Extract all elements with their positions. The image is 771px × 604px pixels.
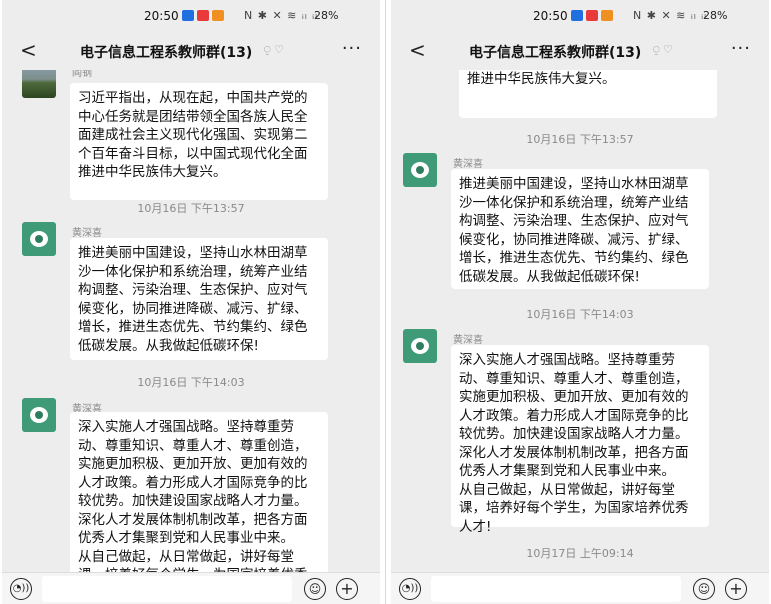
- message-input[interactable]: [431, 576, 681, 602]
- back-button[interactable]: <: [20, 38, 37, 62]
- chat-screen-left: 20:50 N ✱ ✕ ≋ ᵢₗ ᵢₗ 28% < 电子信息工程系教师群(13)…: [2, 0, 380, 604]
- chat-screen-right: 20:50 N ✱ ✕ ≋ ᵢₗ ᵢₗ 28% < 电子信息工程系教师群(13)…: [391, 0, 769, 604]
- notification-icon: [212, 10, 224, 21]
- back-button[interactable]: <: [409, 38, 426, 62]
- message-bubble[interactable]: 推进美丽中国建设，坚持山水林田湖草沙一体化保护和系统治理，统筹产业结构调整、污染…: [451, 169, 709, 289]
- message-paragraph: 深入实施人才强国战略。坚持尊重劳动、尊重知识、尊重人才、尊重创造，实施更加积极、…: [78, 419, 308, 546]
- add-attachment-icon[interactable]: +: [725, 578, 747, 600]
- input-bar: ◔)) ☺ +: [2, 572, 380, 604]
- message-bubble[interactable]: 推进美丽中国建设，坚持山水林田湖草沙一体化保护和系统治理，统筹产业结构调整、污染…: [70, 238, 328, 360]
- battery-level: 28%: [703, 9, 728, 22]
- message-bubble[interactable]: 深入实施人才强国战略。坚持尊重劳动、尊重知识、尊重人才、尊重创造，实施更加积极、…: [451, 345, 709, 535]
- notification-icon: [601, 10, 613, 21]
- voice-input-icon[interactable]: ◔)): [399, 578, 421, 600]
- message-list[interactable]: 习近平指出，从现在起，中国共产党的中心任务就是团结带领全国各族人民全面建成社会主…: [391, 70, 769, 572]
- avatar[interactable]: [22, 398, 56, 432]
- timestamp: 10月16日 下午14:03: [526, 308, 634, 321]
- message-input[interactable]: [42, 576, 292, 602]
- message-bubble[interactable]: 深入实施人才强国战略。坚持尊重劳动、尊重知识、尊重人才、尊重创造，实施更加积极、…: [70, 412, 328, 572]
- avatar[interactable]: [403, 329, 437, 363]
- avatar[interactable]: [22, 70, 56, 98]
- emoji-icon[interactable]: ☺: [693, 578, 715, 600]
- chat-title: 电子信息工程系教师群(13): [469, 45, 642, 61]
- timestamp: 10月17日 上午09:14: [526, 547, 634, 560]
- message-paragraph: 从自己做起，从日常做起，讲好每堂课，培养好每个学生，为国家培养优秀人才!: [459, 481, 689, 535]
- divider: [382, 0, 391, 604]
- voice-input-icon[interactable]: ◔)): [10, 578, 32, 600]
- notification-icon: [197, 10, 209, 21]
- message-paragraph: 从自己做起，从日常做起，讲好每堂课，培养好每个学生，为国家培养优秀人才!: [78, 548, 308, 573]
- message-bubble[interactable]: 习近平指出，从现在起，中国共产党的中心任务就是团结带领全国各族人民全面建成社会主…: [459, 70, 717, 118]
- mute-icon: ⍜ ♡: [653, 43, 673, 56]
- timestamp: 10月16日 下午13:57: [526, 133, 634, 146]
- chat-header: < 电子信息工程系教师群(13) ⍜ ♡ ···: [391, 30, 769, 70]
- sender-name: 黄深喜: [72, 228, 102, 239]
- sender-name: 阎钢: [72, 70, 92, 79]
- avatar[interactable]: [22, 222, 56, 256]
- timestamp: 10月16日 下午13:57: [137, 202, 245, 215]
- message-list[interactable]: 阎钢 习近平指出，从现在起，中国共产党的中心任务就是团结带领全国各族人民全面建成…: [2, 70, 380, 572]
- notification-icon: [571, 10, 583, 21]
- message-bubble[interactable]: 习近平指出，从现在起，中国共产党的中心任务就是团结带领全国各族人民全面建成社会主…: [70, 83, 328, 200]
- avatar[interactable]: [403, 153, 437, 187]
- emoji-icon[interactable]: ☺: [304, 578, 326, 600]
- status-time: 20:50: [533, 9, 568, 23]
- status-bar: 20:50 N ✱ ✕ ≋ ᵢₗ ᵢₗ 28%: [2, 0, 380, 30]
- sender-name: 黄深喜: [453, 159, 483, 170]
- signal-icons: N ✱ ✕ ≋ ᵢₗ ᵢₗ: [244, 9, 318, 22]
- battery-level: 28%: [314, 9, 339, 22]
- signal-icons: N ✱ ✕ ≋ ᵢₗ ᵢₗ: [633, 9, 707, 22]
- chat-header: < 电子信息工程系教师群(13) ⍜ ♡ ···: [2, 30, 380, 70]
- timestamp: 10月16日 下午14:03: [137, 376, 245, 389]
- status-bar: 20:50 N ✱ ✕ ≋ ᵢₗ ᵢₗ 28%: [391, 0, 769, 30]
- more-options-button[interactable]: ···: [731, 38, 751, 59]
- message-paragraph: 深入实施人才强国战略。坚持尊重劳动、尊重知识、尊重人才、尊重创造，实施更加积极、…: [459, 352, 689, 479]
- mute-icon: ⍜ ♡: [264, 43, 284, 56]
- divider-line: [385, 0, 386, 604]
- add-attachment-icon[interactable]: +: [336, 578, 358, 600]
- input-bar: ◔)) ☺ +: [391, 572, 769, 604]
- more-options-button[interactable]: ···: [342, 38, 362, 59]
- chat-title: 电子信息工程系教师群(13): [80, 45, 253, 61]
- sender-name: 黄深喜: [453, 335, 483, 346]
- notification-icon: [586, 10, 598, 21]
- notification-icon: [182, 10, 194, 21]
- status-time: 20:50: [144, 9, 179, 23]
